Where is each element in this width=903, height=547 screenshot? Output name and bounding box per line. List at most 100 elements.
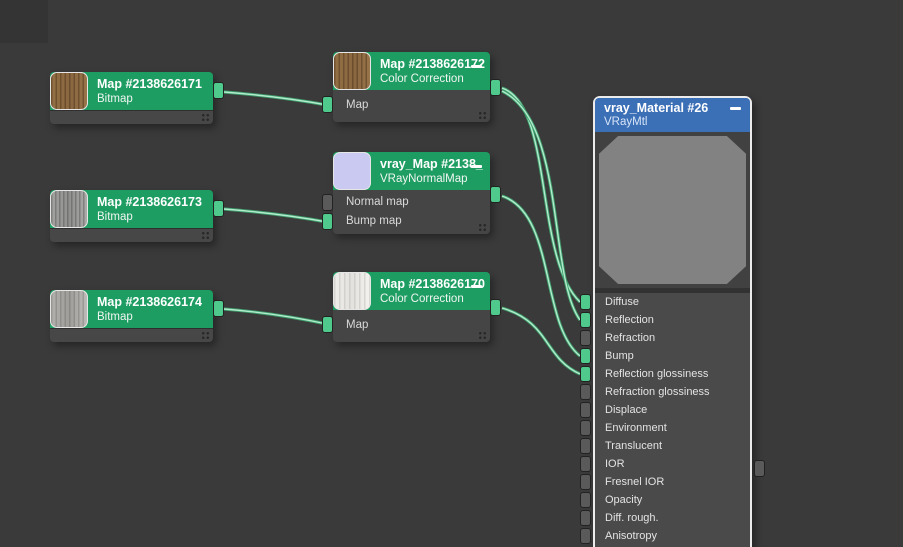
diff-rough-input-socket[interactable] — [580, 510, 591, 526]
node-header[interactable]: vray_Material #26 VRayMtl — [595, 98, 750, 132]
node-graph-canvas[interactable]: Map #2138626171 Bitmap Map #2138626173 B… — [0, 0, 903, 547]
bitmap-thumbnail — [50, 190, 88, 228]
node-title: vray_Map #2138_ — [380, 156, 483, 171]
node-header[interactable]: Map #2138626170 Color Correction — [333, 272, 490, 310]
collapse-minus-icon[interactable] — [471, 285, 482, 288]
fresnel-ior-input-socket[interactable] — [580, 474, 591, 490]
collapse-minus-icon[interactable] — [471, 165, 482, 168]
resize-grip-icon[interactable] — [478, 223, 487, 232]
resize-grip-icon[interactable] — [201, 113, 210, 122]
slot-row-reflection[interactable]: Reflection — [580, 311, 750, 329]
slot-label: Anisotropy — [605, 530, 657, 542]
node-slot-list: Map — [333, 90, 490, 122]
node-color-correction-2138626170[interactable]: Map #2138626170 Color Correction Map — [322, 272, 501, 342]
node-slot-list: Map — [333, 310, 490, 342]
material-preview-area — [595, 132, 750, 288]
bitmap-thumbnail — [50, 72, 88, 110]
slot-row-diffuse[interactable]: Diffuse — [580, 293, 750, 311]
resize-grip-icon[interactable] — [201, 331, 210, 340]
node-title: vray_Material #26 — [604, 101, 709, 115]
slot-row-translucent[interactable]: Translucent — [580, 437, 750, 455]
reflection-input-socket[interactable] — [580, 312, 591, 328]
anisotropy-input-socket[interactable] — [580, 528, 591, 544]
resize-grip-icon[interactable] — [201, 231, 210, 240]
resize-grip-icon[interactable] — [478, 331, 487, 340]
slot-row-environment[interactable]: Environment — [580, 419, 750, 437]
refraction-input-socket[interactable] — [580, 330, 591, 346]
node-type-label: VRayMtl — [604, 116, 648, 128]
diffuse-input-socket[interactable] — [580, 294, 591, 310]
node-bitmap-2138626174[interactable]: Map #2138626174 Bitmap — [50, 290, 224, 342]
slot-row-ior[interactable]: IOR — [580, 455, 750, 473]
node-header[interactable]: vray_Map #2138_ VRayNormalMap — [333, 152, 490, 190]
wire-bitmap171-to-cc172[interactable] — [223, 90, 328, 107]
node-title: Map #2138626174 — [97, 294, 202, 309]
slot-label: Bump map — [346, 214, 402, 227]
output-socket[interactable] — [490, 186, 501, 203]
environment-input-socket[interactable] — [580, 420, 591, 436]
slot-label: Translucent — [605, 440, 663, 452]
node-title: Map #2138626172 — [380, 56, 485, 71]
refraction-glossiness-input-socket[interactable] — [580, 384, 591, 400]
slot-row-bump[interactable]: Bump — [580, 347, 750, 365]
node-title: Map #2138626170 — [380, 276, 485, 291]
input-slot-row[interactable]: Bump map — [333, 211, 490, 230]
node-bitmap-2138626171[interactable]: Map #2138626171 Bitmap — [50, 72, 224, 124]
bitmap-thumbnail — [50, 290, 88, 328]
output-socket[interactable] — [490, 299, 501, 316]
slot-row-refraction-glossiness[interactable]: Refraction glossiness — [580, 383, 750, 401]
slot-label: Reflection glossiness — [605, 368, 709, 380]
slot-row-anisotropy[interactable]: Anisotropy — [580, 527, 750, 545]
displace-input-socket[interactable] — [580, 402, 591, 418]
material-output-socket[interactable] — [754, 460, 765, 477]
collapse-minus-icon[interactable] — [730, 107, 741, 110]
output-socket[interactable] — [213, 200, 224, 217]
slot-label: Diff. rough. — [605, 512, 659, 524]
bump-input-socket[interactable] — [580, 348, 591, 364]
node-header[interactable]: Map #2138626173 Bitmap — [50, 190, 213, 228]
slot-row-reflection-glossiness[interactable]: Reflection glossiness — [580, 365, 750, 383]
translucent-input-socket[interactable] — [580, 438, 591, 454]
wire-bitmap173-to-normalmap[interactable] — [223, 207, 328, 224]
input-slot-row[interactable]: Map — [333, 311, 490, 339]
slot-row-fresnel-ior[interactable]: Fresnel IOR — [580, 473, 750, 491]
output-socket[interactable] — [213, 82, 224, 99]
output-socket[interactable] — [213, 300, 224, 317]
ior-input-socket[interactable] — [580, 456, 591, 472]
opacity-input-socket[interactable] — [580, 492, 591, 508]
slot-label: Refraction glossiness — [605, 386, 710, 398]
input-slot-row[interactable]: Normal map — [333, 192, 490, 211]
output-socket[interactable] — [490, 79, 501, 96]
node-header[interactable]: Map #2138626174 Bitmap — [50, 290, 213, 328]
slot-label: Bump — [605, 350, 634, 362]
bump-map-input-socket[interactable] — [322, 213, 333, 230]
reflection-glossiness-input-socket[interactable] — [580, 366, 591, 382]
node-vray-material-26[interactable]: vray_Material #26 VRayMtl Diffuse Reflec… — [580, 96, 765, 547]
slot-label: Reflection — [605, 314, 654, 326]
normal-map-input-socket[interactable] — [322, 194, 333, 211]
node-color-correction-2138626172[interactable]: Map #2138626172 Color Correction Map — [322, 52, 501, 122]
slot-row-refraction[interactable]: Refraction — [580, 329, 750, 347]
resize-grip-icon[interactable] — [478, 111, 487, 120]
collapse-minus-icon[interactable] — [471, 65, 482, 68]
node-header[interactable]: Map #2138626171 Bitmap — [50, 72, 213, 110]
node-bitmap-2138626173[interactable]: Map #2138626173 Bitmap — [50, 190, 224, 242]
slot-label: Diffuse — [605, 296, 640, 308]
wire-cc172-to-diffuse[interactable] — [501, 86, 582, 304]
node-header[interactable]: Map #2138626172 Color Correction — [333, 52, 490, 90]
node-title: Map #2138626173 — [97, 194, 202, 209]
node-type-label: VRayNormalMap — [380, 172, 468, 185]
map-input-socket[interactable] — [322, 316, 333, 333]
node-vray-normal-map[interactable]: vray_Map #2138_ VRayNormalMap Normal map… — [322, 152, 501, 234]
material-preview-swatch[interactable] — [599, 136, 746, 284]
input-slot-row[interactable]: Map — [333, 91, 490, 119]
map-input-socket[interactable] — [322, 96, 333, 113]
slot-row-displace[interactable]: Displace — [580, 401, 750, 419]
slot-row-diff-rough[interactable]: Diff. rough. — [580, 509, 750, 527]
normal-map-thumbnail — [333, 152, 371, 190]
node-footer — [50, 328, 213, 342]
slot-row-opacity[interactable]: Opacity — [580, 491, 750, 509]
wire-bitmap174-to-cc170[interactable] — [223, 307, 328, 326]
node-footer — [50, 228, 213, 242]
node-slot-list: Normal map Bump map — [333, 190, 490, 234]
